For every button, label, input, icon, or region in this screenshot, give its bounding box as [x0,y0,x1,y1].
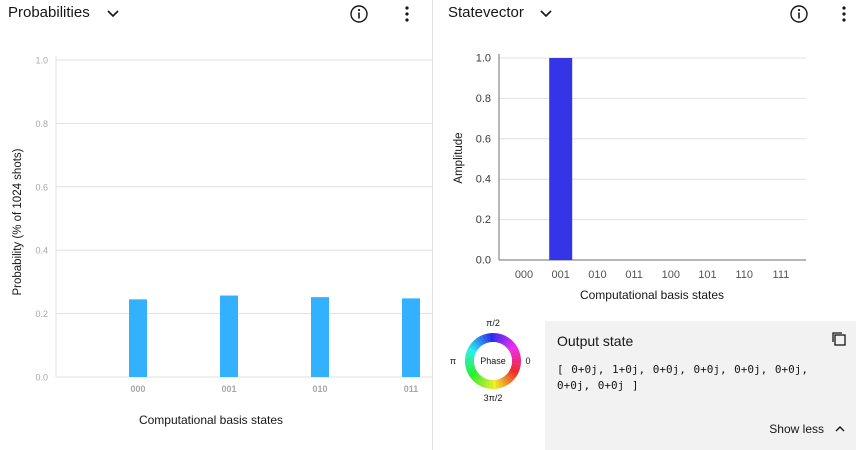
phase-label-right: 0 [525,356,530,366]
copy-icon[interactable] [830,330,848,348]
probabilities-ytick-label: 0.4 [35,246,48,256]
probabilities-ytick-label: 0.0 [35,373,48,383]
statevector-ytick-label: 0.0 [476,255,491,267]
statevector-xtick-label: 100 [662,269,680,281]
probabilities-xtick-label: 001 [221,384,236,394]
output-state-title: Output state [557,333,634,349]
probabilities-xtick-label: 011 [404,384,419,394]
output-state-value: [ 0+0j, 1+0j, 0+0j, 0+0j, 0+0j, 0+0j, 0+… [557,363,809,392]
probabilities-ytick-label: 0.6 [35,182,48,192]
chevron-up-icon [835,426,845,432]
phase-label-bottom: 3π/2 [484,393,503,403]
statevector-ytick-label: 0.4 [476,174,491,186]
phase-label-left: π [450,356,456,366]
probabilities-panel: Probabilities 0.0 0.2 0.4 0.6 0.8 1.0 000 001 01… [0,0,432,450]
probabilities-bar [129,299,147,377]
probabilities-xtick-label: 000 [130,384,145,394]
statevector-xtick-label: 111 [773,269,790,281]
probabilities-ytick-label: 1.0 [35,56,48,66]
statevector-ytick-label: 0.8 [476,93,491,105]
statevector-x-axis-label: Computational basis states [580,288,724,302]
statevector-xtick-label: 101 [698,269,716,281]
statevector-xtick-label: 010 [588,269,606,281]
statevector-ytick-label: 0.2 [476,214,491,226]
statevector-ytick-label: 0.6 [476,133,491,145]
probabilities-bar [220,295,238,377]
probabilities-x-axis-label: Computational basis states [139,413,283,427]
probabilities-bar [402,298,420,377]
statevector-ytick-label: 1.0 [476,53,491,65]
probabilities-ytick-label: 0.8 [35,119,48,129]
show-less-button[interactable]: Show less [769,422,846,436]
statevector-xtick-label: 110 [735,269,753,281]
phase-center-label: Phase [480,356,506,366]
probabilities-ytick-label: 0.2 [35,309,48,319]
statevector-xtick-label: 001 [552,269,570,281]
phase-wheel-legend: Phase π/2 π 0 3π/2 [450,318,531,403]
statevector-xtick-label: 011 [625,269,643,281]
statevector-xtick-label: 000 [515,269,533,281]
probabilities-bar [311,297,329,377]
probabilities-chart: 0.0 0.2 0.4 0.6 0.8 1.0 000 001 010 011 Computatio… [12,56,432,427]
statevector-bar [549,58,573,260]
statevector-y-axis-label: Amplitude [453,132,465,183]
probabilities-xtick-label: 010 [312,384,327,394]
output-state-card: Output state [ 0+0j, 1+0j, 0+0j, 0+0j, 0… [545,321,856,450]
probabilities-y-axis-label: Probability (% of 1024 shots) [12,148,24,295]
phase-label-top: π/2 [486,318,500,328]
show-less-label: Show less [769,422,824,436]
statevector-chart: 0.0 0.2 0.4 0.6 0.8 1.0 000 001 010 011 100 101 110 1… [453,53,806,302]
